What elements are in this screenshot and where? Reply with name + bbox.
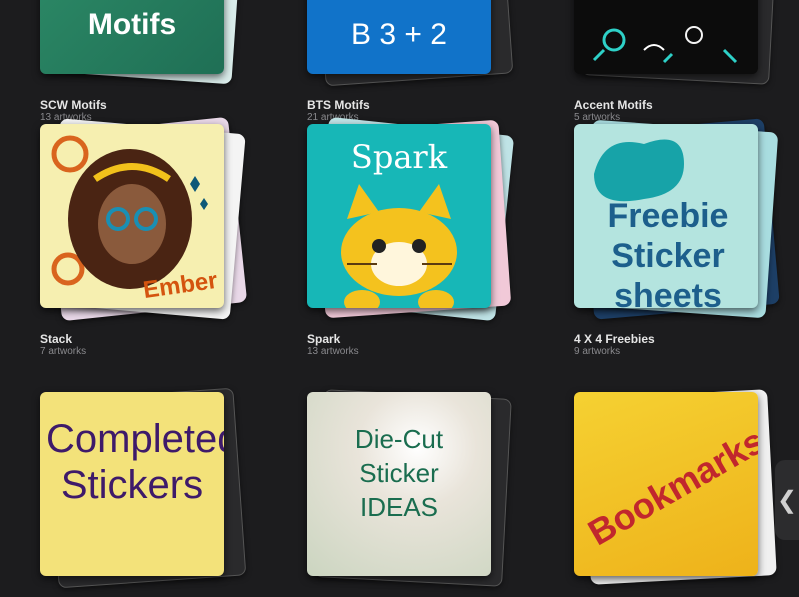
stack-title: Spark [307,332,341,346]
stack-count: 9 artworks [574,346,621,357]
stack-stack[interactable]: Ember Stack 7 artworks [30,114,260,357]
artwork-cover: Freebie Sticker sheets [574,124,758,308]
stack-thumbnail[interactable]: Motifs [30,0,260,95]
stack-bookmarks[interactable]: Bookmarks [564,382,794,597]
confetti-pattern [592,26,738,64]
stack-title: Accent Motifs [574,98,653,112]
stack-bts-motifs[interactable]: B 3 + 2 BTS Motifs 21 artworks [297,0,527,123]
artwork-text: Freebie Sticker sheets [607,197,729,308]
artwork-cover: B 3 + 2 [307,0,491,74]
stack-count: 13 artworks [307,346,359,357]
stack-thumbnail[interactable]: Spark [297,114,527,329]
stack-completed-stickers[interactable]: Completed Stickers [30,382,260,597]
artwork-text: Completed Stickers [46,417,224,507]
stack-thumbnail[interactable]: Bookmarks [564,382,794,597]
sidebar-toggle-button[interactable]: ❮ [775,460,799,540]
stack-thumbnail[interactable]: B 3 + 2 [297,0,527,95]
stack-thumbnail[interactable]: Ember [30,114,260,329]
artwork-text: Spark [350,138,448,176]
chevron-left-icon: ❮ [776,486,798,514]
stack-thumbnail[interactable]: Completed Stickers [30,382,260,597]
stack-title: Stack [40,332,73,346]
artwork-text: Die-Cut Sticker IDEAS [354,424,444,522]
stack-accent-motifs[interactable]: Accent Motifs 5 artworks [564,0,794,123]
stack-title: 4 X 4 Freebies [574,332,655,346]
stack-count: 7 artworks [40,346,87,357]
artwork-cover: Motifs [40,0,224,74]
stack-title: SCW Motifs [40,98,107,112]
stack-thumbnail[interactable]: Die-Cut Sticker IDEAS [297,382,527,597]
stack-title: BTS Motifs [307,98,370,112]
artwork-text: B 3 + 2 [351,18,447,51]
artwork-cover: Bookmarks [574,392,758,576]
stack-spark[interactable]: Spark Spark 13 artworks [297,114,527,357]
artwork-cover [574,0,758,74]
artwork-cover: Die-Cut Sticker IDEAS [307,392,491,576]
artwork-cover: Ember [40,124,224,308]
stack-scw-motifs[interactable]: Motifs SCW Motifs 13 artworks [30,0,260,123]
gallery-grid: Motifs SCW Motifs 13 artworks B 3 + 2 BT… [0,0,799,589]
stack-4x4-freebies[interactable]: Freebie Sticker sheets 4 X 4 Freebies 9 … [564,114,794,357]
artwork-text: Motifs [87,8,177,41]
artwork-cover: Completed Stickers [40,392,224,576]
stack-die-cut-sticker-ideas[interactable]: Die-Cut Sticker IDEAS [297,382,527,597]
artwork-text: Bookmarks [581,419,758,554]
artwork-cover: Spark [307,124,491,308]
stack-thumbnail[interactable]: Freebie Sticker sheets [564,114,794,329]
stack-thumbnail[interactable] [564,0,794,95]
